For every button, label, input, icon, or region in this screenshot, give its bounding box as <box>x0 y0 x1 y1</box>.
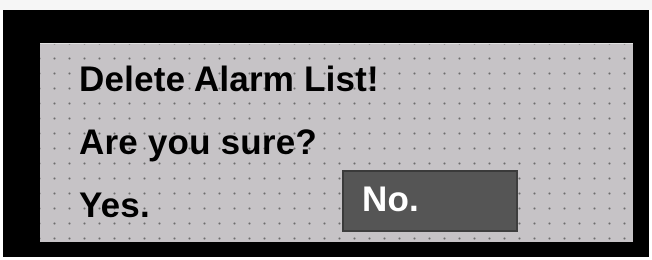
dialog-title: Delete Alarm List! <box>79 60 379 99</box>
top-strip <box>0 0 652 10</box>
yes-button[interactable]: Yes. <box>79 186 150 226</box>
no-button-label: No. <box>362 180 419 219</box>
no-button[interactable]: No. <box>342 170 518 232</box>
confirmation-question: Are you sure? <box>79 123 317 162</box>
